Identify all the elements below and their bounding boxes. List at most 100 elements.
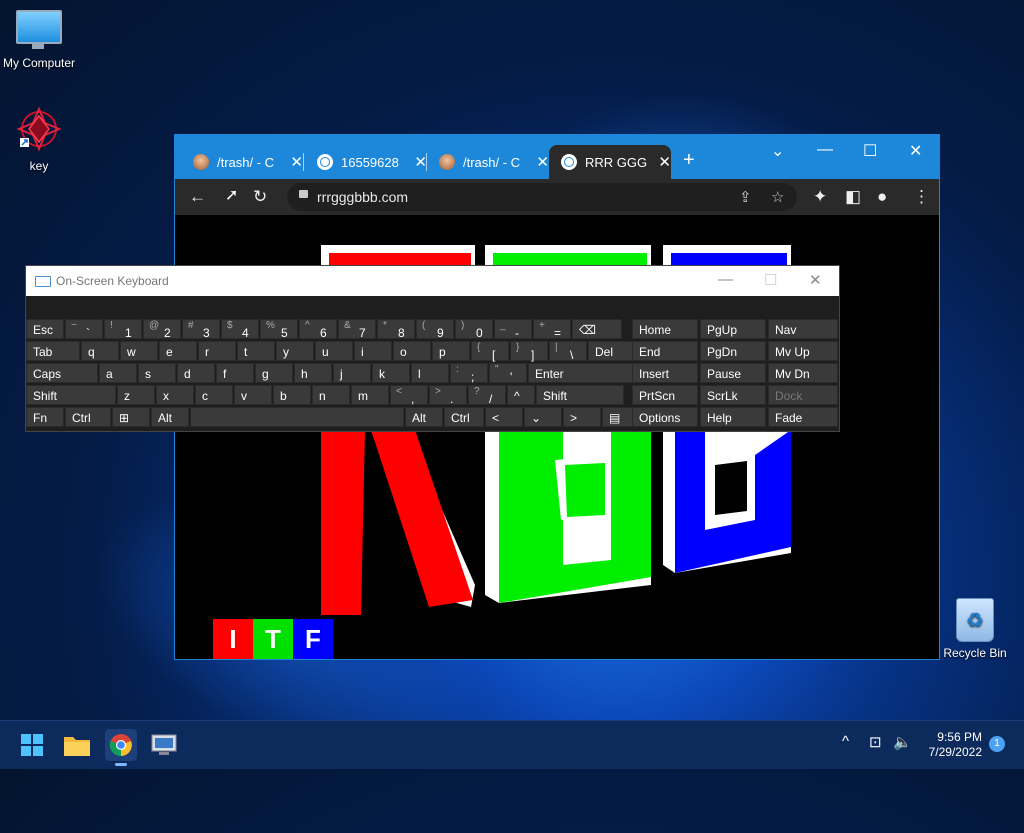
osk-nav-key[interactable]: Home [632,319,698,339]
osk-key[interactable]: ) 0 [455,319,493,340]
share-icon[interactable]: ⇪ [739,188,752,206]
osk-key[interactable]: @2 [143,319,181,340]
osk-key[interactable]: Alt [151,407,189,427]
osk-nav-key[interactable]: Pause [700,363,766,383]
profile-icon[interactable]: ● [877,187,887,207]
osk-key[interactable]: w [120,341,158,361]
reload-button[interactable]: ↻ [253,187,267,207]
osk-key[interactable]: % 5 [260,319,298,340]
tab-search-icon[interactable]: ⌄ [771,141,784,161]
osk-key[interactable]: ⊞ [112,407,150,427]
chrome-icon[interactable] [105,729,137,766]
maximize-button[interactable]: ☐ [863,141,877,161]
osk-key[interactable] [190,407,404,427]
osk-key[interactable]: ^ 6 [299,319,337,340]
osk-nav-key[interactable]: PgDn [700,341,766,361]
osk-key[interactable]: d [177,363,215,383]
osk-key[interactable]: x [156,385,194,405]
osk-key[interactable]: s [138,363,176,383]
volume-icon[interactable]: 🔈 [893,733,912,751]
osk-key[interactable]: (9 [416,319,454,340]
osk-key[interactable]: Alt [405,407,443,427]
osk-key[interactable]: > [563,407,601,427]
osk-key[interactable]: q [81,341,119,361]
osk-key[interactable]: $4 [221,319,259,340]
osk-key[interactable]: Fn [26,407,64,427]
osk-nav-key[interactable]: End [632,341,698,361]
osk-key[interactable]: ⌫ [572,319,622,339]
osk-key[interactable]: a [99,363,137,383]
extensions-icon[interactable]: ✦ [813,187,827,207]
address-bar[interactable]: rrrgggbbb.com ⇪ ☆ [287,183,797,211]
osk-key[interactable]: j [333,363,371,383]
osk-key[interactable]: Del [588,341,636,361]
osk-key[interactable]: & 7 [338,319,376,340]
osk-key[interactable]: z [117,385,155,405]
osk-key[interactable]: p [432,341,470,361]
browser-tab[interactable]: /trash/ - C ✕ [421,145,549,179]
back-button[interactable]: ← [189,187,206,207]
osk-key[interactable]: Ctrl [65,407,111,427]
minimize-button[interactable]: — [718,271,733,288]
bookmark-star-icon[interactable]: ☆ [771,188,784,206]
osk-key[interactable]: o [393,341,431,361]
new-tab-button[interactable]: + [683,149,695,172]
osk-key[interactable]: + = [533,319,571,340]
osk-key[interactable]: #3 [182,319,220,340]
osk-key[interactable]: f [216,363,254,383]
osk-key[interactable]: ⌄ [524,407,562,427]
osk-key[interactable]: u [315,341,353,361]
minimize-button[interactable]: — [817,141,833,159]
notification-badge[interactable]: 1 [989,736,1005,752]
desktop-icon-my-computer[interactable]: My Computer [0,10,84,70]
osk-key[interactable]: c [195,385,233,405]
osk-key[interactable]: Enter [528,363,648,383]
close-window-button[interactable]: ✕ [909,141,922,161]
close-tab-icon[interactable]: ✕ [658,153,671,171]
osk-key[interactable]: l [411,363,449,383]
osk-key[interactable]: " ' [489,363,527,384]
osk-key[interactable]: Caps [26,363,98,383]
osk-nav-key[interactable]: Insert [632,363,698,383]
osk-key[interactable]: e [159,341,197,361]
show-hidden-icons-button[interactable]: ^ [842,733,849,750]
osk-key[interactable]: b [273,385,311,405]
osk-key[interactable]: ? / [468,385,506,406]
osk-nav-key[interactable]: Options [632,407,698,427]
osk-key[interactable]: * 8 [377,319,415,340]
osk-key[interactable]: Shift [26,385,116,405]
osk-key[interactable]: r [198,341,236,361]
osk-nav-key[interactable]: PgUp [700,319,766,339]
file-explorer-icon[interactable] [61,729,93,761]
osk-nav-key[interactable]: PrtScn [632,385,698,405]
close-button[interactable]: ✕ [809,271,822,289]
desktop-icon-recycle-bin[interactable]: ♻ Recycle Bin [930,598,1020,660]
osk-key[interactable]: < [485,407,523,427]
osk-key[interactable]: Esc [26,319,64,339]
osk-nav-key[interactable]: Help [700,407,766,427]
osk-nav-key[interactable]: Mv Dn [768,363,838,383]
osk-key[interactable]: v [234,385,272,405]
osk-key[interactable]: <, [390,385,428,406]
browser-tab[interactable]: 16559628 ✕ [299,145,427,179]
start-icon[interactable] [16,729,48,761]
osk-key[interactable]: Tab [26,341,80,361]
osk-key[interactable]: n [312,385,350,405]
osk-key[interactable]: t [237,341,275,361]
osk-nav-key[interactable]: Nav [768,319,838,339]
osk-key[interactable]: ^ [507,385,535,405]
osk-nav-key[interactable]: Mv Up [768,341,838,361]
osk-nav-key[interactable]: ScrLk [700,385,766,405]
network-icon[interactable]: ⊡ [869,733,882,751]
osk-nav-key[interactable]: Dock [768,385,838,405]
side-panel-icon[interactable]: ◧ [845,187,861,207]
maximize-button[interactable]: ☐ [764,271,777,289]
url-text[interactable]: rrrgggbbb.com [317,189,408,205]
osk-key[interactable]: ~ ` [65,319,103,340]
osk-key[interactable]: :; [450,363,488,384]
osk-key[interactable]: }] [510,341,548,362]
browser-tab[interactable]: /trash/ - C ✕ [175,145,303,179]
desktop-icon-key[interactable]: key [0,106,84,173]
osk-key[interactable]: Shift [536,385,624,405]
osk-key[interactable]: _ - [494,319,532,340]
